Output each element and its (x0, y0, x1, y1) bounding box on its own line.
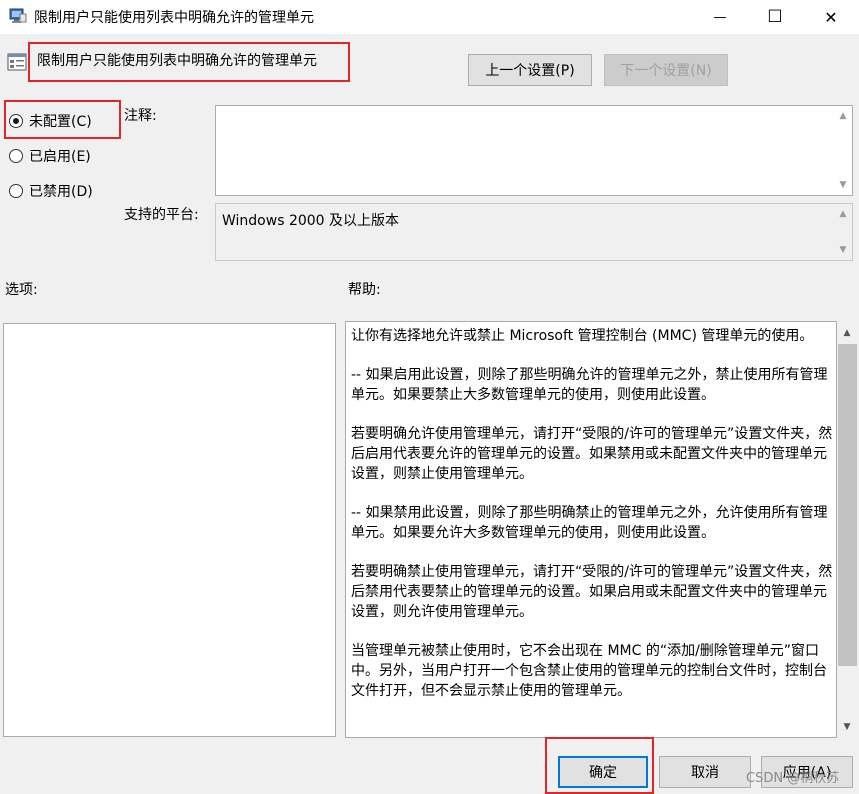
next-setting-button[interactable]: 下一个设置(N) (604, 54, 728, 86)
watermark: CSDN @桐秋苏 (746, 771, 840, 786)
radio-enabled[interactable]: 已启用(E) (9, 146, 91, 166)
options-label: 选项: (5, 282, 38, 298)
radio-label: 已启用(E) (29, 149, 91, 165)
radio-label: 未配置(C) (29, 114, 92, 130)
radio-indicator (9, 149, 23, 163)
maximize-button[interactable]: ☐ (752, 0, 798, 34)
close-button[interactable]: ✕ (808, 0, 854, 34)
scroll-up-icon[interactable]: ▲ (842, 328, 852, 338)
previous-setting-button[interactable]: 上一个设置(P) (468, 54, 592, 86)
ok-button[interactable]: 确定 (558, 756, 648, 788)
policy-name: 限制用户只能使用列表中明确允许的管理单元 (37, 53, 317, 69)
help-pane: 让你有选择地允许或禁止 Microsoft 管理控制台 (MMC) 管理单元的使… (345, 321, 837, 738)
scroll-down-icon[interactable]: ▼ (838, 245, 848, 255)
group-policy-icon (9, 8, 27, 23)
radio-indicator (9, 114, 23, 128)
help-paragraph: -- 如果禁用此设置，则除了那些明确禁止的管理单元之外，允许使用所有管理单元。如… (351, 505, 828, 541)
radio-disabled[interactable]: 已禁用(D) (9, 181, 93, 201)
comment-scrollbar[interactable]: ▲ ▼ (835, 106, 852, 195)
scroll-up-icon[interactable]: ▲ (838, 111, 848, 121)
close-icon: ✕ (824, 7, 838, 27)
radio-not-configured[interactable]: 未配置(C) (9, 111, 92, 131)
platform-scrollbar[interactable]: ▲ ▼ (835, 204, 852, 260)
platform-label: 支持的平台: (124, 207, 199, 223)
scroll-down-icon[interactable]: ▼ (842, 722, 852, 732)
help-text: 让你有选择地允许或禁止 Microsoft 管理控制台 (MMC) 管理单元的使… (351, 326, 833, 720)
platform-field: Windows 2000 及以上版本 ▲ ▼ (215, 203, 853, 261)
title-bar: 限制用户只能使用列表中明确允许的管理单元 — ☐ ✕ (0, 0, 859, 34)
help-label: 帮助: (348, 282, 381, 298)
cancel-button[interactable]: 取消 (659, 756, 751, 788)
window-title: 限制用户只能使用列表中明确允许的管理单元 (34, 10, 314, 26)
help-paragraph: -- 如果启用此设置，则除了那些明确允许的管理单元之外，禁止使用所有管理单元。如… (351, 367, 828, 403)
scroll-up-icon[interactable]: ▲ (838, 209, 848, 219)
radio-indicator (9, 184, 23, 198)
platform-value: Windows 2000 及以上版本 (222, 213, 400, 229)
help-paragraph: 若要明确禁止使用管理单元，请打开“受限的/许可的管理单元”设置文件夹，然后禁用代… (351, 564, 833, 620)
minimize-icon: — (713, 9, 727, 25)
comment-textarea[interactable]: ▲ ▼ (215, 105, 853, 196)
maximize-icon: ☐ (767, 7, 783, 27)
scroll-down-icon[interactable]: ▼ (838, 180, 848, 190)
comment-label: 注释: (124, 108, 157, 124)
help-paragraph: 当管理单元被禁止使用时，它不会出现在 MMC 的“添加/删除管理单元”窗口中。另… (351, 643, 827, 699)
radio-label: 已禁用(D) (29, 184, 93, 200)
help-scrollbar-thumb[interactable] (838, 344, 857, 666)
options-pane (3, 323, 336, 737)
help-paragraph: 若要明确允许使用管理单元，请打开“受限的/许可的管理单元”设置文件夹，然后启用代… (351, 426, 833, 482)
policy-setting-icon (7, 53, 27, 71)
minimize-button[interactable]: — (697, 0, 743, 34)
help-paragraph: 让你有选择地允许或禁止 Microsoft 管理控制台 (MMC) 管理单元的使… (351, 328, 814, 344)
